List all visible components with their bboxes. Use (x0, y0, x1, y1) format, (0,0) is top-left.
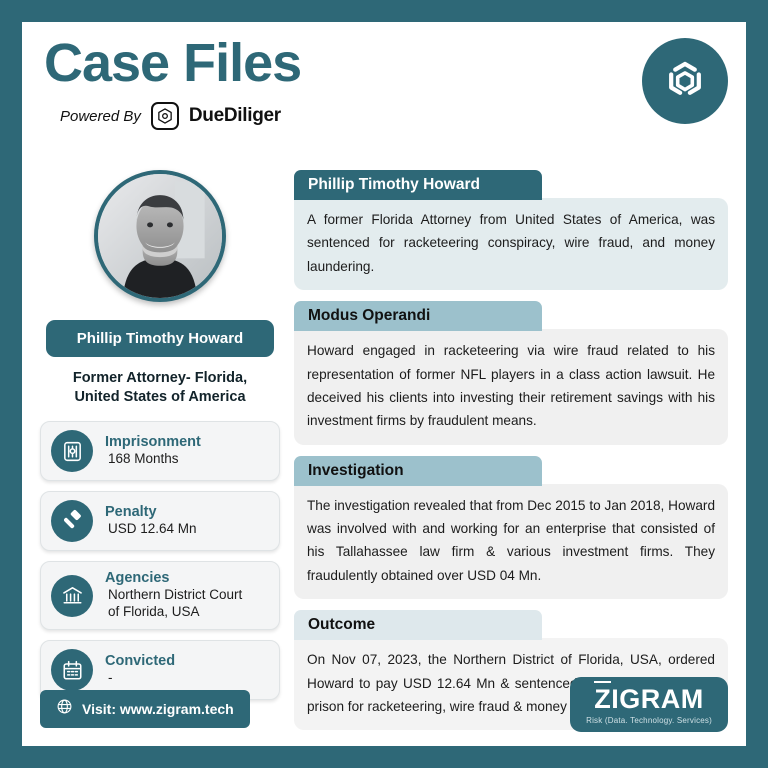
zigram-wordmark: ZIGRAM (586, 681, 712, 714)
stat-value: Northern District Court of Florida, USA (108, 587, 243, 620)
content-area: Phillip Timothy Howard Former Attorney- … (22, 162, 746, 741)
section-title: Outcome (294, 610, 542, 641)
stat-value: 168 Months (108, 451, 179, 467)
case-file-card: Case Files Powered By DueDiliger Phillip… (22, 22, 746, 746)
hexagon-cube-icon (150, 102, 179, 130)
brand-logo (642, 38, 728, 124)
section-investigation: Investigation The investigation revealed… (294, 455, 728, 600)
prison-icon (51, 430, 93, 473)
zigram-tagline: Risk (Data. Technology. Services) (586, 716, 712, 725)
visit-website-button[interactable]: Visit: www.zigram.tech (40, 690, 250, 728)
section-title: Modus Operandi (294, 301, 542, 332)
section-body: A former Florida Attorney from United St… (294, 198, 728, 291)
profile-role: Former Attorney- Florida, United States … (72, 370, 248, 406)
stat-card-imprisonment[interactable]: Imprisonment 168 Months (40, 421, 280, 482)
header: Case Files Powered By DueDiliger (22, 22, 746, 162)
avatar (94, 170, 226, 302)
section-title: Investigation (294, 455, 542, 486)
section-title: Phillip Timothy Howard (294, 170, 542, 200)
page-title: Case Files (44, 33, 302, 93)
stat-card-agencies[interactable]: Agencies Northern District Court of Flor… (40, 561, 280, 630)
profile-column: Phillip Timothy Howard Former Attorney- … (40, 162, 280, 741)
powered-by-label: Powered By (60, 107, 141, 125)
zigram-z: Z (594, 681, 612, 714)
section-summary: Phillip Timothy Howard A former Florida … (294, 170, 728, 291)
profile-name-badge: Phillip Timothy Howard (46, 320, 274, 357)
product-name: DueDiliger (188, 105, 281, 126)
stat-label: Convicted (105, 653, 176, 670)
sections-column: Phillip Timothy Howard A former Florida … (294, 162, 728, 741)
stat-value: USD 12.64 Mn (108, 521, 197, 537)
stat-label: Penalty (105, 504, 157, 521)
portrait-photo (98, 174, 222, 298)
zigram-rest: IGRAM (611, 684, 704, 714)
section-body: The investigation revealed that from Dec… (294, 483, 728, 600)
footer: Visit: www.zigram.tech ZIGRAM Risk (Data… (22, 674, 746, 746)
stat-label: Agencies (105, 570, 170, 587)
stat-card-list: Imprisonment 168 Months Penalty USD 12.6… (40, 421, 280, 700)
powered-by-row: Powered By DueDiliger (60, 102, 281, 130)
bank-icon (51, 574, 93, 617)
globe-icon (56, 698, 73, 720)
section-body: Howard engaged in racketeering via wire … (294, 329, 728, 445)
gavel-icon (51, 500, 93, 543)
visit-website-label: Visit: www.zigram.tech (82, 701, 234, 717)
zigram-logo: ZIGRAM Risk (Data. Technology. Services) (570, 677, 728, 732)
stat-card-penalty[interactable]: Penalty USD 12.64 Mn (40, 491, 280, 552)
hexagon-cube-icon (669, 61, 701, 95)
section-modus-operandi: Modus Operandi Howard engaged in rackete… (294, 301, 728, 445)
stat-label: Imprisonment (105, 434, 201, 451)
